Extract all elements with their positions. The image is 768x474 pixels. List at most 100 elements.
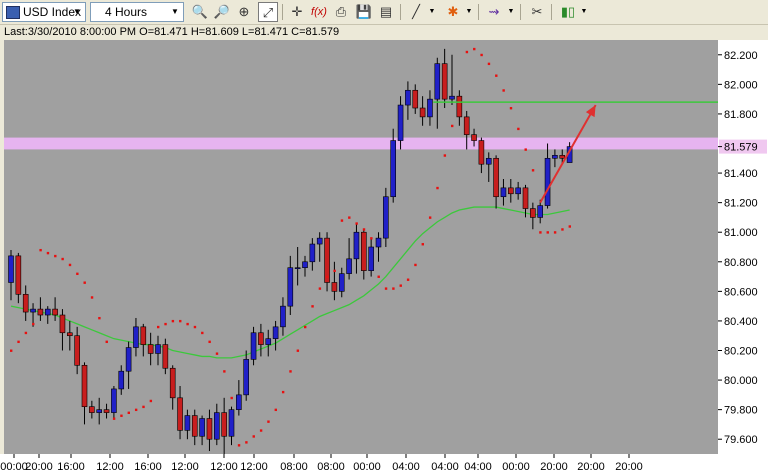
candles-button[interactable]: ▮▯	[558, 2, 578, 22]
print-button[interactable]: ⎙	[331, 2, 351, 22]
candle-body	[360, 231, 367, 271]
candle-body	[221, 412, 227, 437]
zoom-in-button[interactable]: 🔍	[190, 2, 210, 22]
candle-body	[103, 409, 110, 413]
candle-body	[375, 237, 382, 248]
sar-dot	[406, 278, 410, 281]
candle-body	[463, 116, 470, 135]
candle-body	[471, 134, 477, 141]
current-price-label: 81.579	[724, 142, 758, 154]
x-tick-label: 20:00	[25, 461, 53, 473]
y-tick-label: 80.800	[724, 257, 758, 269]
fibonacci-tool-button[interactable]: ✱	[443, 2, 463, 22]
chevron-down-icon[interactable]: ▼	[167, 3, 183, 21]
sar-dot	[473, 47, 476, 51]
timeframe-select-value: 4 Hours	[105, 5, 148, 19]
chevron-down-icon[interactable]: ▼	[428, 2, 436, 22]
formula-icon: f(x)	[311, 6, 327, 18]
chevron-down-icon[interactable]: ▼	[580, 2, 588, 22]
sar-dot	[539, 231, 542, 234]
sar-dot	[465, 50, 469, 54]
chevron-down-icon[interactable]: ▼	[69, 3, 85, 21]
sar-dot	[348, 216, 351, 219]
x-tick-label: 16:00	[134, 461, 162, 473]
candle-body	[169, 367, 176, 399]
zoom-reset-button[interactable]: ⊕	[234, 2, 254, 22]
sar-dot	[120, 414, 123, 417]
candle-body	[309, 243, 316, 263]
sar-dot	[105, 340, 108, 344]
candlestick-chart-svg[interactable]: 82.200 82.000 81.800 81.579 81.400 81.200 81.0…	[0, 40, 768, 474]
candle-body	[302, 261, 308, 269]
candle-body	[537, 205, 544, 218]
formula-button[interactable]: f(x)	[309, 2, 329, 22]
candle-body	[427, 98, 433, 118]
symbol-select[interactable]: USD Index ▼	[2, 2, 86, 22]
candle-body	[530, 208, 536, 218]
candle-body	[515, 187, 521, 195]
sar-dot	[318, 287, 322, 290]
crosshair-icon: ✛	[291, 4, 303, 19]
candle-body	[405, 89, 411, 106]
candle-body	[155, 344, 161, 354]
y-tick-label: 81.800	[724, 109, 758, 121]
candle-body	[419, 107, 426, 118]
y-tick-label: 80.600	[724, 286, 758, 298]
crosshair-button[interactable]: ✛	[287, 2, 307, 22]
candle-body	[184, 415, 191, 431]
candle-body	[111, 388, 117, 413]
x-tick-label: 12:00	[96, 461, 124, 473]
candle[interactable]	[250, 326, 257, 366]
sar-dot	[517, 127, 520, 131]
candle-body	[8, 255, 14, 283]
sar-dot	[509, 107, 513, 110]
horizontal-level-band[interactable]	[4, 137, 718, 150]
line-tool-button[interactable]: ╱	[406, 2, 426, 22]
candle-body	[390, 140, 397, 198]
sar-dot	[304, 325, 307, 329]
chevron-down-icon[interactable]: ▼	[465, 2, 473, 22]
candle-body	[74, 335, 80, 366]
toolbar-separator	[551, 4, 552, 20]
x-tick-label: 08:00	[280, 461, 308, 473]
candle[interactable]	[324, 232, 330, 292]
auto-scale-button[interactable]: ⤢	[258, 2, 278, 22]
candle-body	[22, 294, 29, 313]
toolbar: USD Index ▼ 4 Hours ▼ 🔍 🔎 ⊕ ⤢ ✛ f(x) ⎙ 💾…	[0, 0, 768, 25]
candle-body	[287, 267, 294, 307]
candle-body	[449, 95, 455, 100]
candle-body	[67, 332, 73, 337]
candle-body	[44, 308, 51, 316]
sar-dot	[281, 390, 285, 394]
candle-body	[140, 326, 147, 345]
y-tick-label: 80.400	[724, 316, 758, 328]
candle-body	[118, 370, 125, 390]
sar-dot	[83, 281, 86, 284]
sar-dot	[495, 74, 498, 77]
auto-scale-icon: ⤢	[262, 5, 274, 20]
candle-body	[280, 305, 286, 328]
save-button[interactable]: 💾	[354, 2, 374, 22]
sar-dot	[61, 257, 64, 261]
sar-dot	[436, 186, 439, 190]
candle-body	[214, 412, 220, 440]
sar-dot	[46, 251, 50, 255]
sar-dot	[370, 237, 373, 240]
indicators-button[interactable]: ⇝	[484, 2, 504, 22]
zoom-out-button[interactable]: 🔎	[212, 2, 232, 22]
candle[interactable]	[383, 187, 389, 247]
candle-body	[265, 338, 272, 345]
price-chart[interactable]: 82.200 82.000 81.800 81.579 81.400 81.200 81.0…	[0, 40, 768, 474]
y-tick-label: 81.000	[724, 227, 758, 239]
sar-dot	[179, 319, 182, 323]
sar-dot	[245, 441, 248, 444]
timeframe-select[interactable]: 4 Hours ▼	[90, 2, 184, 22]
sar-dot	[39, 248, 42, 252]
properties-button[interactable]: ▤	[376, 2, 396, 22]
sar-dot	[443, 154, 447, 157]
settings-button[interactable]: ✂	[527, 2, 547, 22]
x-tick-label: 12:00	[171, 461, 199, 473]
sar-dot	[333, 269, 336, 273]
chevron-down-icon[interactable]: ▼	[507, 2, 515, 22]
x-tick-label: 08:00	[317, 461, 345, 473]
